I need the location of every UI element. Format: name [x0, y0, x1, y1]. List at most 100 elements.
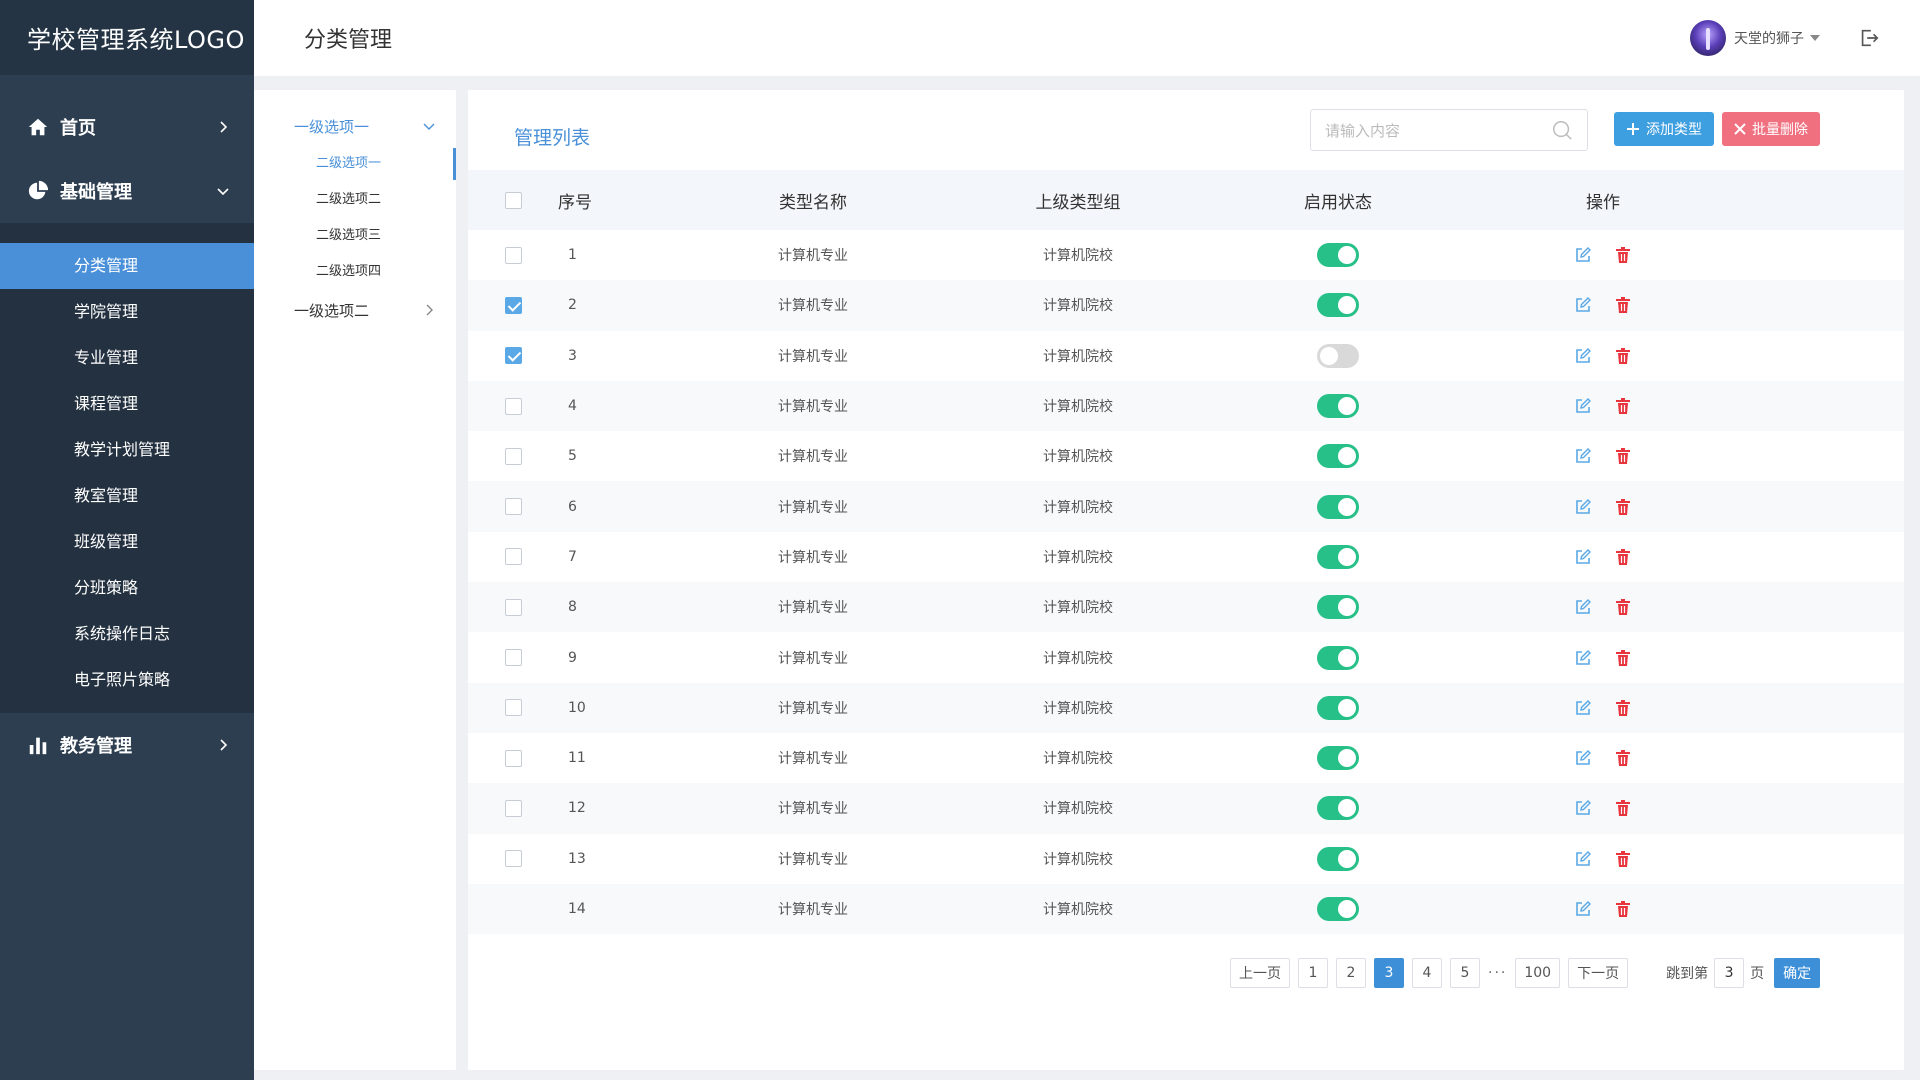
- row-checkbox[interactable]: [504, 649, 522, 667]
- search-icon[interactable]: [1551, 119, 1573, 141]
- edit-icon[interactable]: [1574, 749, 1592, 767]
- row-checkbox[interactable]: [504, 699, 522, 717]
- tree-level2-option-3[interactable]: 二级选项三: [254, 218, 456, 254]
- sidebar-item-academic-management[interactable]: 教务管理: [0, 713, 254, 777]
- delete-icon[interactable]: [1614, 799, 1632, 817]
- sidebar-item-class[interactable]: 班级管理: [0, 519, 254, 565]
- search-input[interactable]: 请输入内容: [1310, 109, 1588, 151]
- status-toggle[interactable]: [1317, 293, 1359, 318]
- status-toggle[interactable]: [1317, 746, 1359, 771]
- edit-icon[interactable]: [1574, 799, 1592, 817]
- status-toggle[interactable]: [1317, 494, 1359, 519]
- delete-icon[interactable]: [1614, 900, 1632, 918]
- delete-icon[interactable]: [1614, 498, 1632, 516]
- next-page-button[interactable]: 下一页: [1568, 958, 1629, 988]
- logout-icon[interactable]: [1858, 27, 1880, 49]
- table-row: 2 计算机专业 计算机院校: [468, 280, 1904, 331]
- prev-page-button[interactable]: 上一页: [1230, 958, 1290, 988]
- row-select-cell: [468, 230, 558, 280]
- status-toggle[interactable]: [1317, 645, 1359, 670]
- sidebar-item-operation-log[interactable]: 系统操作日志: [0, 611, 254, 657]
- status-toggle[interactable]: [1317, 343, 1359, 368]
- tree-level2-option-1[interactable]: 二级选项一: [254, 146, 456, 182]
- select-all-checkbox[interactable]: [504, 191, 522, 209]
- sidebar-item-home[interactable]: 首页: [0, 95, 254, 159]
- edit-icon[interactable]: [1574, 649, 1592, 667]
- row-checkbox[interactable]: [504, 397, 522, 415]
- status-toggle[interactable]: [1317, 595, 1359, 620]
- row-status-cell: [1218, 230, 1458, 280]
- delete-icon[interactable]: [1614, 246, 1632, 264]
- tree-level1-option-2[interactable]: 一级选项二: [254, 290, 456, 330]
- edit-icon[interactable]: [1574, 246, 1592, 264]
- status-toggle[interactable]: [1317, 444, 1359, 469]
- sidebar-item-classroom[interactable]: 教室管理: [0, 473, 254, 519]
- edit-icon[interactable]: [1574, 347, 1592, 365]
- edit-icon[interactable]: [1574, 699, 1592, 717]
- edit-icon[interactable]: [1574, 598, 1592, 616]
- status-toggle[interactable]: [1317, 544, 1359, 569]
- edit-icon[interactable]: [1574, 296, 1592, 314]
- tree-level1-option-1[interactable]: 一级选项一: [254, 106, 456, 146]
- row-index: 2: [568, 297, 577, 314]
- table-row: 11 计算机专业 计算机院校: [468, 733, 1904, 783]
- edit-icon[interactable]: [1574, 447, 1592, 465]
- status-toggle[interactable]: [1317, 243, 1359, 268]
- add-type-button[interactable]: 添加类型: [1614, 112, 1714, 146]
- status-toggle[interactable]: [1317, 846, 1359, 871]
- row-checkbox[interactable]: [504, 548, 522, 566]
- row-checkbox[interactable]: [504, 347, 522, 365]
- status-toggle[interactable]: [1317, 695, 1359, 720]
- delete-icon[interactable]: [1614, 749, 1632, 767]
- row-checkbox[interactable]: [504, 799, 522, 817]
- sidebar-item-class-strategy[interactable]: 分班策略: [0, 565, 254, 611]
- delete-icon[interactable]: [1614, 598, 1632, 616]
- row-checkbox[interactable]: [504, 598, 522, 616]
- row-checkbox[interactable]: [504, 246, 522, 264]
- page-button-last[interactable]: 100: [1515, 958, 1561, 988]
- user-menu[interactable]: 天堂的狮子: [1690, 20, 1820, 56]
- sidebar-item-teaching-plan[interactable]: 教学计划管理: [0, 427, 254, 473]
- delete-icon[interactable]: [1614, 296, 1632, 314]
- add-type-label: 添加类型: [1646, 122, 1702, 138]
- edit-icon[interactable]: [1574, 397, 1592, 415]
- edit-icon[interactable]: [1574, 498, 1592, 516]
- delete-icon[interactable]: [1614, 699, 1632, 717]
- row-status-cell: [1218, 331, 1458, 381]
- edit-icon[interactable]: [1574, 548, 1592, 566]
- page-button-1[interactable]: 1: [1298, 958, 1328, 988]
- row-checkbox[interactable]: [504, 296, 522, 314]
- sidebar-item-basic-management[interactable]: 基础管理: [0, 159, 254, 223]
- status-toggle[interactable]: [1317, 897, 1359, 921]
- delete-icon[interactable]: [1614, 850, 1632, 868]
- edit-icon[interactable]: [1574, 850, 1592, 868]
- row-actions-cell: [1458, 733, 1748, 783]
- pie-chart-icon: [26, 179, 50, 203]
- sidebar-item-photo-strategy[interactable]: 电子照片策略: [0, 657, 254, 703]
- status-toggle[interactable]: [1317, 394, 1359, 419]
- page-button-2[interactable]: 2: [1336, 958, 1366, 988]
- tree-level2-option-2[interactable]: 二级选项二: [254, 182, 456, 218]
- row-checkbox[interactable]: [504, 850, 522, 868]
- row-checkbox[interactable]: [504, 749, 522, 767]
- jump-page-input[interactable]: 3: [1714, 958, 1745, 988]
- delete-icon[interactable]: [1614, 447, 1632, 465]
- batch-delete-button[interactable]: 批量删除: [1722, 112, 1820, 146]
- delete-icon[interactable]: [1614, 548, 1632, 566]
- sidebar-item-major[interactable]: 专业管理: [0, 335, 254, 381]
- row-checkbox[interactable]: [504, 447, 522, 465]
- row-checkbox[interactable]: [504, 498, 522, 516]
- delete-icon[interactable]: [1614, 347, 1632, 365]
- tree-level2-option-4[interactable]: 二级选项四: [254, 254, 456, 290]
- status-toggle[interactable]: [1317, 796, 1359, 821]
- edit-icon[interactable]: [1574, 900, 1592, 918]
- delete-icon[interactable]: [1614, 397, 1632, 415]
- page-button-3[interactable]: 3: [1374, 958, 1404, 988]
- page-button-5[interactable]: 5: [1450, 958, 1480, 988]
- delete-icon[interactable]: [1614, 649, 1632, 667]
- jump-confirm-button[interactable]: 确定: [1774, 958, 1821, 988]
- sidebar-item-category[interactable]: 分类管理: [0, 243, 254, 289]
- sidebar-item-college[interactable]: 学院管理: [0, 289, 254, 335]
- page-button-4[interactable]: 4: [1412, 958, 1442, 988]
- sidebar-item-course[interactable]: 课程管理: [0, 381, 254, 427]
